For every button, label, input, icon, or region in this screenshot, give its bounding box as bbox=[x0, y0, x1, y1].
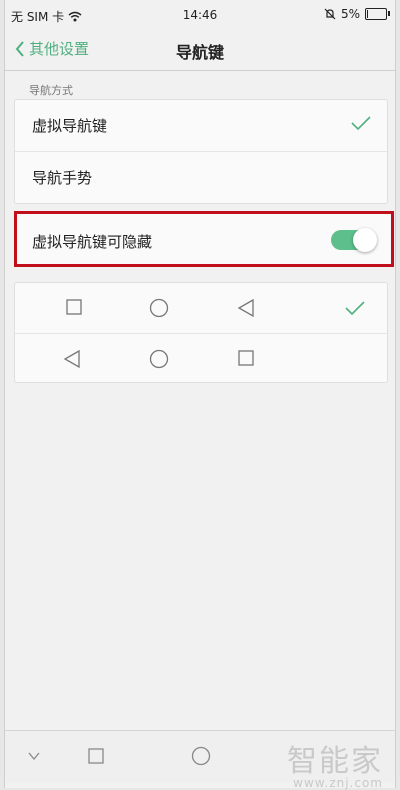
page-title: 导航键 bbox=[175, 43, 224, 62]
watermark: 智能家 www.znj.com bbox=[287, 736, 383, 790]
battery-icon bbox=[365, 8, 390, 20]
circle-icon[interactable] bbox=[191, 746, 211, 766]
navigation-mode-card: 虚拟导航键 导航手势 bbox=[14, 99, 388, 204]
layout-option-2[interactable] bbox=[15, 334, 387, 384]
toggle-knob bbox=[353, 228, 377, 252]
option-label: 虚拟导航键 bbox=[32, 117, 108, 135]
option-label: 导航手势 bbox=[32, 169, 93, 187]
circle-icon bbox=[149, 349, 169, 369]
phone-screen: 无 SIM 卡 14:46 5% 其他设置 导航键 导航方式 虚拟导航键 导航手… bbox=[4, 0, 396, 790]
layout-option-1[interactable] bbox=[15, 283, 387, 334]
hide-nav-keys-label: 虚拟导航键可隐藏 bbox=[32, 233, 153, 251]
square-icon bbox=[238, 350, 254, 366]
battery-percent: 5% bbox=[340, 7, 360, 21]
triangle-left-icon bbox=[63, 349, 80, 369]
hide-nav-keys-row[interactable]: 虚拟导航键可隐藏 bbox=[14, 211, 394, 267]
section-label: 导航方式 bbox=[29, 84, 73, 97]
option-nav-gestures[interactable]: 导航手势 bbox=[15, 152, 387, 203]
square-icon bbox=[66, 299, 82, 315]
status-bar: 无 SIM 卡 14:46 5% bbox=[5, 0, 395, 30]
mute-icon bbox=[324, 8, 336, 20]
checkmark-icon bbox=[345, 301, 365, 316]
header-divider bbox=[5, 70, 395, 71]
checkmark-icon bbox=[351, 116, 371, 131]
watermark-brand: 智能家 bbox=[287, 744, 383, 779]
square-icon[interactable] bbox=[87, 747, 105, 765]
header: 其他设置 导航键 bbox=[5, 30, 395, 70]
circle-icon bbox=[149, 298, 169, 318]
option-virtual-nav-keys[interactable]: 虚拟导航键 bbox=[15, 100, 387, 152]
hide-nav-keys-toggle[interactable] bbox=[331, 228, 377, 252]
chevron-down-icon[interactable] bbox=[27, 751, 41, 761]
nav-layout-card bbox=[14, 282, 388, 383]
triangle-left-icon bbox=[237, 298, 254, 318]
